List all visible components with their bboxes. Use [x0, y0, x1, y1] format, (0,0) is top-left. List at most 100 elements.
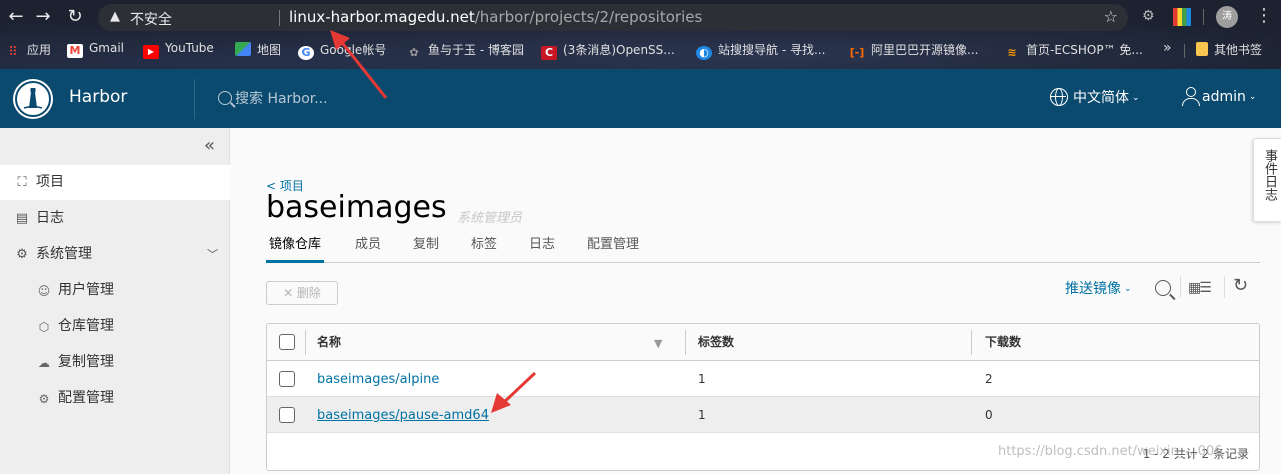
column-header-downloads[interactable]: 下载数: [985, 324, 1021, 360]
tab-labels[interactable]: 标签: [471, 233, 497, 263]
logs-icon: ▤: [15, 211, 29, 226]
page-title: baseimages: [266, 190, 447, 225]
browser-menu-icon[interactable]: ⋮: [1255, 5, 1273, 26]
refresh-icon[interactable]: ↻: [1233, 275, 1248, 296]
push-image-dropdown[interactable]: 推送镜像 ⌄: [1065, 278, 1132, 298]
table-row[interactable]: baseimages/alpine 1 2: [267, 361, 1259, 397]
bookmark-zhansousou[interactable]: ◐ 站搜搜导航 - 寻找...: [696, 41, 825, 60]
extension-puzzle-icon[interactable]: ⚙: [1142, 8, 1160, 26]
sidebar-item-logs[interactable]: ▤ 日志: [0, 201, 230, 236]
browser-chrome: ← → ↻ ▲ 不安全 linux-harbor.magedu.net/harb…: [0, 0, 1281, 69]
lighthouse-icon: [15, 81, 51, 117]
project-tabs: 镜像仓库 成员 复制 标签 日志 配置管理: [266, 233, 1260, 263]
app-header: Harbor 搜索 Harbor... 中文简体 ⌄ admin ⌄: [0, 69, 1281, 128]
project-role: 系统管理员: [457, 211, 523, 226]
extension-color-icon[interactable]: [1173, 8, 1191, 26]
toolbar-divider: [1180, 276, 1181, 298]
tab-logs[interactable]: 日志: [529, 233, 555, 263]
table-row[interactable]: baseimages/pause-amd64 1 0: [267, 397, 1259, 433]
sidebar-item-projects[interactable]: ⛶ 项目: [0, 165, 230, 200]
address-bar[interactable]: ▲ 不安全 linux-harbor.magedu.net/harbor/pro…: [98, 4, 1128, 31]
double-chevron-left-icon[interactable]: «: [204, 135, 215, 156]
table-header: 名称 ▼ 标签数 下载数: [267, 324, 1259, 361]
select-all-checkbox[interactable]: [279, 334, 295, 350]
row-checkbox[interactable]: [279, 371, 295, 387]
registry-cube-icon: ⬡: [38, 320, 50, 334]
bookmark-gmail[interactable]: M Gmail: [67, 41, 124, 59]
sidebar: « ⛶ 项目 ▤ 日志 ⚙ 系统管理 ﹀ ☺ 用户管理 ⬡ 仓库管理 ☁ 复制管…: [0, 128, 230, 474]
reload-icon[interactable]: ↻: [63, 5, 87, 29]
security-label: 不安全: [130, 12, 172, 28]
url-host: linux-harbor.magedu.net: [289, 8, 475, 26]
google-icon: G: [298, 46, 314, 60]
repository-link[interactable]: baseimages/pause-amd64: [317, 408, 489, 423]
language-selector[interactable]: 中文简体 ⌄: [1050, 87, 1140, 107]
language-label: 中文简体: [1073, 90, 1129, 106]
sidebar-item-registries[interactable]: ⬡ 仓库管理: [0, 309, 230, 344]
event-log-tab[interactable]: 事件日志: [1253, 138, 1281, 222]
bookmark-star-icon[interactable]: ☆: [1104, 7, 1118, 26]
sidebar-item-users[interactable]: ☺ 用户管理: [0, 273, 230, 308]
bookmark-aliyun[interactable]: [-] 阿里巴巴开源镜像...: [849, 41, 979, 59]
arrow-right-icon[interactable]: →: [31, 5, 55, 29]
toolbar-divider: [1224, 276, 1225, 298]
sidebar-item-label: 项目: [36, 174, 64, 190]
bookmark-ecshop[interactable]: ≋ 首页-ECSHOP™ 免...: [1004, 41, 1142, 59]
profile-avatar[interactable]: 涛: [1216, 6, 1238, 28]
tab-replication[interactable]: 复制: [413, 233, 439, 263]
bookmark-youtube[interactable]: ▶ YouTube: [143, 41, 214, 59]
view-toggle-icon[interactable]: ▦☰: [1188, 280, 1212, 296]
download-count: 0: [985, 408, 993, 422]
warning-triangle-icon: ▲: [110, 9, 120, 24]
download-count: 2: [985, 372, 993, 386]
folder-icon: [1196, 42, 1208, 56]
omnibox-divider: [279, 10, 280, 26]
brand-name[interactable]: Harbor: [69, 87, 127, 107]
repository-name-link[interactable]: baseimages/pause-amd64: [317, 397, 489, 432]
repository-name-link[interactable]: baseimages/alpine: [317, 361, 439, 396]
sidebar-item-label: 仓库管理: [58, 318, 114, 334]
bookmark-google-account[interactable]: G Google帐号: [298, 41, 386, 60]
sidebar-item-label: 日志: [36, 210, 64, 226]
bookmark-csdn[interactable]: C (3条消息)OpenSS...: [541, 41, 675, 60]
header-divider: [194, 79, 195, 119]
chevron-down-icon: ⌄: [1132, 93, 1140, 103]
tab-members[interactable]: 成员: [355, 233, 381, 263]
sidebar-item-label: 用户管理: [58, 282, 114, 298]
column-header-name[interactable]: 名称: [317, 324, 341, 360]
column-divider: [305, 330, 306, 355]
tab-repositories[interactable]: 镜像仓库: [266, 233, 325, 263]
repository-link[interactable]: baseimages/alpine: [317, 372, 439, 387]
sidebar-item-administration[interactable]: ⚙ 系统管理 ﹀: [0, 237, 230, 272]
gear-icon: ⚙: [38, 392, 50, 406]
search-icon[interactable]: [1155, 280, 1171, 296]
toolbar-divider: [1203, 9, 1204, 25]
user-menu[interactable]: admin ⌄: [1182, 87, 1256, 106]
csdn-icon: C: [541, 46, 557, 60]
user-icon: [1182, 87, 1200, 106]
users-icon: ☺: [37, 284, 51, 298]
watermark: https://blog.csdn.net/weixin_...006: [998, 444, 1223, 459]
row-checkbox[interactable]: [279, 407, 295, 423]
sidebar-item-configuration[interactable]: ⚙ 配置管理: [0, 381, 230, 416]
main-content: < 项目 baseimages 系统管理员 镜像仓库 成员 复制 标签 日志 配…: [231, 128, 1281, 474]
compass-icon: ◐: [696, 46, 712, 60]
sidebar-item-label: 系统管理: [36, 246, 92, 262]
filter-icon[interactable]: ▼: [654, 337, 662, 350]
sidebar-item-replications[interactable]: ☁ 复制管理: [0, 345, 230, 380]
tab-configuration[interactable]: 配置管理: [587, 233, 639, 263]
bookmark-other[interactable]: 其他书签: [1196, 41, 1262, 59]
delete-button[interactable]: ✕ 删除: [266, 281, 338, 305]
arrow-left-icon[interactable]: ←: [4, 5, 28, 29]
chevron-down-icon: ⌄: [1124, 284, 1132, 294]
harbor-logo[interactable]: [13, 79, 53, 119]
column-divider: [685, 330, 686, 355]
bookmark-maps[interactable]: 地图: [235, 41, 281, 59]
url-text[interactable]: linux-harbor.magedu.net/harbor/projects/…: [289, 8, 702, 26]
bookmark-cnblogs[interactable]: ✿ 鱼与于玉 - 博客园: [406, 41, 524, 59]
column-header-tags[interactable]: 标签数: [698, 324, 734, 360]
bookmarks-overflow-button[interactable]: »: [1163, 40, 1172, 56]
apps-grid-icon: ⠿: [8, 45, 18, 60]
global-search-input[interactable]: 搜索 Harbor...: [218, 88, 328, 108]
bookmark-apps[interactable]: ⠿ 应用: [5, 41, 51, 60]
